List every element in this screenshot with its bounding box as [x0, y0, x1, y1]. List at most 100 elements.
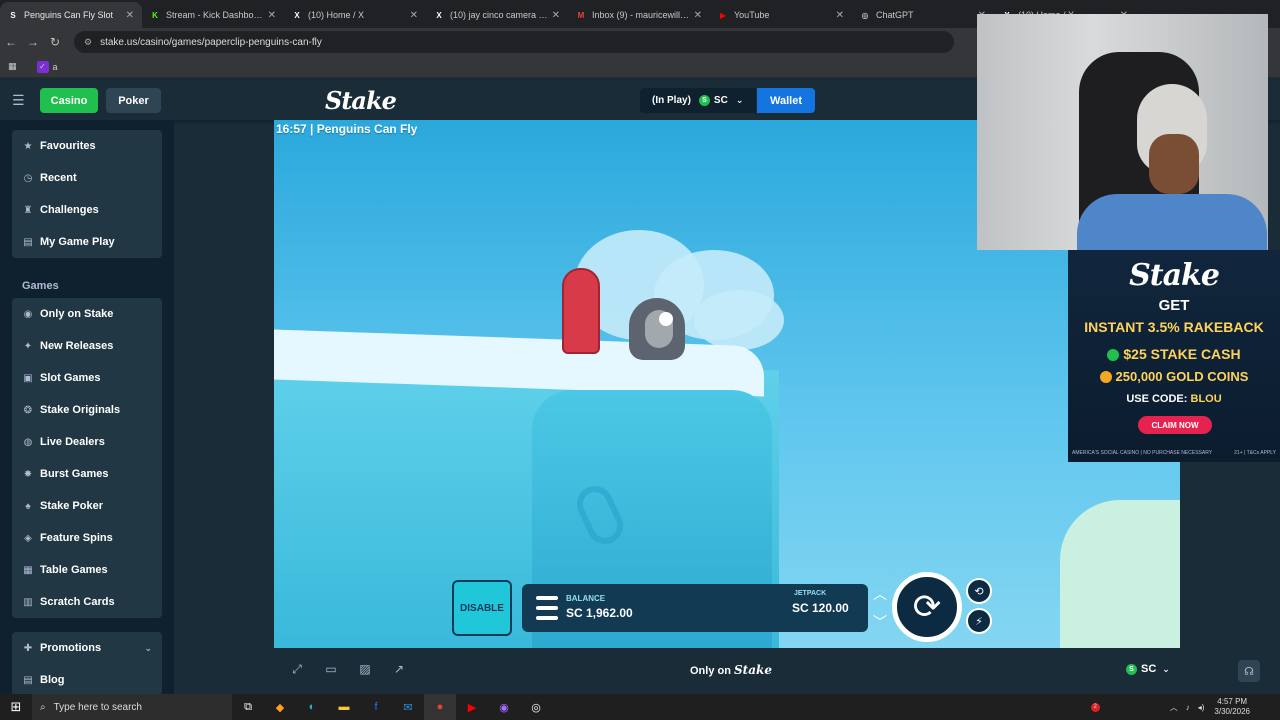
casino-button[interactable]: Casino: [40, 88, 98, 113]
youtube-icon[interactable]: ▶: [456, 694, 488, 720]
sidebar-item-scratch-cards[interactable]: ▥ Scratch Cards: [12, 586, 162, 618]
turbo-icon[interactable]: ⚡: [966, 608, 992, 634]
volume-icon[interactable]: ◂): [1198, 703, 1205, 712]
chevron-down-icon: ⌄: [144, 642, 152, 653]
sidebar-item-promotions[interactable]: ✚ Promotions ⌄: [12, 632, 162, 664]
close-icon[interactable]: ✕: [126, 10, 134, 21]
sidebar-item-favourites[interactable]: ★ Favourites: [12, 130, 162, 162]
promo-gold-coins-text: 250,000 GOLD COINS: [1115, 369, 1249, 384]
sidebar-item-challenges[interactable]: ♜ Challenges: [12, 194, 162, 226]
popout-icon[interactable]: ↗: [392, 662, 406, 676]
sidebar-item-stake-originals[interactable]: ❂ Stake Originals: [12, 394, 162, 426]
edge-icon[interactable]: ◐: [296, 694, 328, 720]
sweep-coin-icon: S: [698, 95, 710, 106]
decrease-bet-icon[interactable]: ﹀: [873, 612, 887, 632]
sidebar-item-only-on-stake[interactable]: ◉ Only on Stake: [12, 298, 162, 330]
clock-date: 3/30/2026: [1214, 707, 1250, 716]
autoplay-icon[interactable]: ⟲: [966, 578, 992, 604]
fullscreen-icon[interactable]: ⤢: [290, 662, 304, 676]
balance-selector[interactable]: (In Play) S SC ⌄: [640, 88, 756, 113]
copilot-icon[interactable]: ◆: [264, 694, 296, 720]
microphone-icon[interactable]: ♪: [1186, 703, 1190, 712]
taskbar-search[interactable]: ⌕ Type here to search: [32, 694, 232, 720]
url-field[interactable]: ⚙ stake.us/casino/games/paperclip-pengui…: [74, 31, 954, 53]
sidebar-item-label: Live Dealers: [40, 436, 105, 448]
sidebar-top-panel: ★ Favourites ◷ Recent ♜ Challenges ▤ My Game Pl…: [12, 130, 162, 258]
theatre-mode-icon[interactable]: ▭: [324, 662, 338, 676]
obs-icon[interactable]: ◉: [488, 694, 520, 720]
footer-stake-logo: Stake: [734, 663, 772, 677]
sidebar-item-recent[interactable]: ◷ Recent: [12, 162, 162, 194]
sidebar-item-feature-spins[interactable]: ◈ Feature Spins: [12, 522, 162, 554]
stats-icon[interactable]: ▨: [358, 662, 372, 676]
chevron-up-icon[interactable]: ︿: [1170, 702, 1178, 713]
browser-tab[interactable]: K Stream - Kick Dashboard ✕: [142, 2, 284, 28]
sidebar-games-panel: ◉ Only on Stake ✦ New Releases ▣ Slot Games ❂ S…: [12, 298, 162, 618]
balance-status: (In Play): [652, 95, 691, 106]
forward-icon[interactable]: →: [22, 35, 44, 49]
sidebar-item-slot-games[interactable]: ▣ Slot Games: [12, 362, 162, 394]
close-icon[interactable]: ✕: [836, 10, 844, 21]
sidebar-item-new-releases[interactable]: ✦ New Releases: [12, 330, 162, 362]
site-info-icon[interactable]: ⚙: [84, 37, 92, 48]
game-footer: ⤢ ▭ ▨ ↗ Only on Stake S SC ⌄: [274, 648, 1180, 694]
cloud: [694, 290, 784, 350]
menu-icon[interactable]: ☰: [12, 92, 25, 109]
close-icon[interactable]: ✕: [694, 10, 702, 21]
search-icon: ⌕: [40, 701, 46, 713]
claim-now-button[interactable]: CLAIM NOW: [1138, 416, 1212, 434]
bookmark-icon[interactable]: ✓: [36, 60, 49, 73]
only-on-stake: Only on Stake: [690, 663, 772, 677]
disable-button[interactable]: DISABLE: [452, 580, 512, 636]
outlook-icon[interactable]: ✉: [392, 694, 424, 720]
reload-icon[interactable]: ↻: [44, 35, 66, 49]
browser-tab[interactable]: M Inbox (9) - mauricewill1k@ ✕: [568, 2, 710, 28]
sidebar-item-label: Table Games: [40, 564, 108, 576]
gift-icon: ✚: [23, 642, 33, 654]
sidebar-item-table-games[interactable]: ▦ Table Games: [12, 554, 162, 586]
sidebar-item-icon: ◉: [23, 308, 33, 320]
spin-button[interactable]: ⟳: [892, 572, 962, 642]
sidebar-item-icon: ✸: [23, 468, 33, 480]
browser-tab[interactable]: ◎ChatGPT✕: [852, 2, 994, 28]
close-icon[interactable]: ✕: [552, 10, 560, 21]
browser-tab[interactable]: ▶ YouTube ✕: [710, 2, 852, 28]
stake-logo[interactable]: Stake: [325, 86, 397, 115]
app-icon[interactable]: ◎: [520, 694, 552, 720]
chrome-icon[interactable]: ●: [424, 694, 456, 720]
sidebar-item-label: Recent: [40, 172, 77, 184]
close-icon[interactable]: ✕: [410, 10, 418, 21]
browser-tab[interactable]: X (10) Home / X ✕: [284, 2, 426, 28]
sidebar-item-stake-poker[interactable]: ♠ Stake Poker: [12, 490, 162, 522]
poker-button[interactable]: Poker: [106, 88, 161, 113]
tab-label: YouTube: [734, 10, 770, 20]
close-icon[interactable]: ✕: [268, 10, 276, 21]
game-menu-icon[interactable]: [536, 596, 558, 620]
promo-get: GET: [1158, 297, 1190, 314]
balance-value: SC 1,962.00: [566, 606, 633, 620]
promo-banner[interactable]: Stake GET INSTANT 3.5% RAKEBACK $25 STAK…: [1068, 250, 1280, 462]
facebook-icon[interactable]: f: [360, 694, 392, 720]
currency-selector[interactable]: S SC ⌄: [1126, 663, 1170, 675]
task-view-icon[interactable]: ⧉: [232, 694, 264, 720]
back-icon[interactable]: ←: [0, 35, 22, 49]
browser-tab[interactable]: S Penguins Can Fly Slot ✕: [0, 2, 142, 28]
increase-bet-icon[interactable]: ︿: [873, 584, 887, 604]
bookmark-label[interactable]: a: [53, 62, 58, 72]
clock[interactable]: 4:57 PM 3/30/2026: [1214, 697, 1250, 717]
sidebar-item-icon: ▥: [23, 596, 33, 608]
sidebar-item-live-dealers[interactable]: ◍ Live Dealers: [12, 426, 162, 458]
chevron-down-icon: ⌄: [1162, 663, 1170, 674]
windows-start-icon[interactable]: ⊞: [0, 699, 32, 715]
browser-tab[interactable]: X (10) jay cinco camera man ✕: [426, 2, 568, 28]
sidebar-item-my-game-play[interactable]: ▤ My Game Play: [12, 226, 162, 258]
sidebar-item-burst-games[interactable]: ✸ Burst Games: [12, 458, 162, 490]
tab-favicon-icon: S: [10, 10, 16, 20]
wallet-button[interactable]: Wallet: [757, 88, 815, 113]
sidebar-item-label: My Game Play: [40, 236, 115, 248]
sidebar-item-blog[interactable]: ▤ Blog: [12, 664, 162, 696]
file-explorer-icon[interactable]: ▬: [328, 694, 360, 720]
balance-currency: SC: [713, 95, 728, 106]
live-support-icon[interactable]: ☊: [1238, 660, 1260, 682]
apps-icon[interactable]: ▦: [8, 61, 17, 72]
